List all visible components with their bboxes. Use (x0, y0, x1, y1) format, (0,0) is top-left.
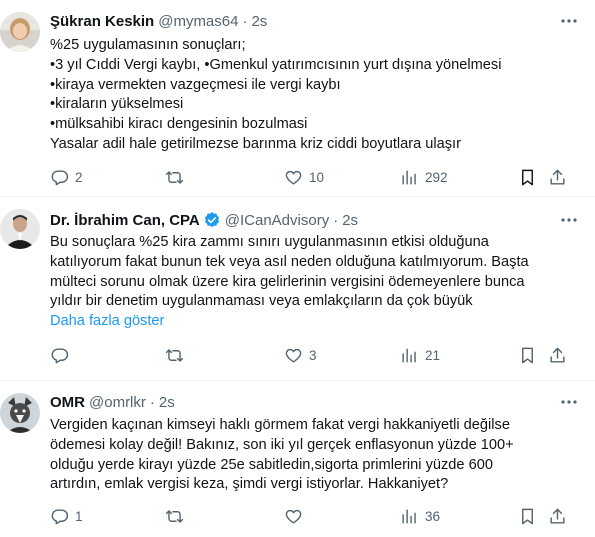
like-count: 3 (309, 347, 317, 363)
separator-dot: · (149, 393, 155, 411)
timestamp[interactable]: 2s (342, 212, 358, 229)
bookmark-icon (522, 347, 533, 363)
tweet-text-line: mülteci sorunu olmak üzere kira gelirler… (50, 273, 525, 290)
retweet-icon (165, 509, 184, 523)
reply-count: 2 (75, 169, 83, 185)
views-icon (402, 169, 416, 185)
view-count: 21 (425, 347, 441, 363)
tweet-text-line: Bu sonuçlara %25 kira zammı sınırı uygul… (50, 234, 489, 250)
share-icon (550, 508, 565, 524)
tweet[interactable]: Dr. İbrahim Can, CPA @ICanAdvisory · 2s … (0, 197, 595, 372)
reply-button[interactable] (50, 344, 75, 366)
reply-icon (51, 347, 69, 363)
tweet-header: OMR @omrlkr · 2s (50, 391, 579, 413)
bookmark-button[interactable] (518, 344, 537, 366)
share-button[interactable] (548, 166, 567, 188)
tweet-header: Şükran Keskin @mymas64 · 2s (50, 10, 579, 32)
share-icon (550, 347, 565, 363)
retweet-icon (165, 170, 184, 184)
tweet-text-line: olduğu yerde kirayı yüzde 25e sabitledin… (50, 456, 493, 473)
views-icon (402, 347, 416, 363)
like-button[interactable] (284, 505, 309, 527)
tweet-text-line: •kiraya vermekten vazgeçmesi ile vergi k… (50, 76, 341, 93)
tweet-text-line: %25 uygulamasının sonuçları; (50, 37, 246, 53)
share-icon (550, 169, 565, 185)
avatar[interactable] (0, 393, 40, 433)
retweet-button[interactable] (165, 505, 190, 527)
tweet-text-line: Yasalar adil hale getirilmezse barınma k… (50, 135, 461, 152)
tweet[interactable]: Şükran Keskin @mymas64 · 2s %25 uygulama… (0, 0, 595, 195)
avatar[interactable] (0, 12, 40, 52)
share-button[interactable] (548, 344, 567, 366)
retweet-icon (165, 348, 184, 362)
like-count: 10 (309, 169, 325, 185)
reply-icon (51, 169, 69, 185)
tweet-text-line: artırdın, emlak vergisi keza, şimdi verg… (50, 476, 449, 493)
tweet-actions: 3 21 (50, 344, 580, 366)
timestamp[interactable]: 2s (251, 13, 267, 30)
tweet-text: Bu sonuçlara %25 kira zammı sınırı uygul… (50, 233, 579, 332)
tweet-text: Vergiden kaçınan kimseyi haklı görmem fa… (50, 416, 579, 495)
timestamp[interactable]: 2s (159, 394, 175, 411)
like-button[interactable]: 10 (284, 166, 324, 188)
author-handle[interactable]: @ICanAdvisory (225, 212, 329, 229)
separator-dot: · (333, 211, 339, 229)
reply-icon (51, 508, 69, 524)
show-more-link[interactable]: Daha fazla göster (50, 312, 579, 332)
avatar[interactable] (0, 209, 40, 249)
bookmark-icon (522, 169, 533, 185)
tweet-actions: 2 10 292 (50, 166, 580, 188)
retweet-button[interactable] (165, 166, 190, 188)
view-count: 292 (425, 169, 448, 185)
author-handle[interactable]: @omrlkr (89, 394, 146, 411)
tweet-text-line: Vergiden kaçınan kimseyi haklı görmem fa… (50, 417, 510, 433)
views-icon (402, 508, 416, 524)
tweet-text: %25 uygulamasının sonuçları; •3 yıl Cıdd… (50, 36, 579, 155)
like-button[interactable]: 3 (284, 344, 317, 366)
heart-icon (285, 348, 302, 363)
tweet-header: Dr. İbrahim Can, CPA @ICanAdvisory · 2s (50, 209, 579, 231)
more-icon[interactable] (559, 392, 579, 412)
reply-count: 1 (75, 508, 83, 524)
separator-dot: · (242, 12, 248, 30)
tweet-text-line: •3 yıl Cıddi Vergi kaybı, •Gmenkul yatır… (50, 56, 502, 73)
bookmark-icon (522, 508, 533, 524)
tweet-text-line: •mülksahibi kiracı dengesinin bozulmasi (50, 116, 308, 133)
verified-badge-icon (203, 211, 221, 229)
reply-button[interactable]: 2 (50, 166, 83, 188)
view-count: 36 (425, 508, 441, 524)
heart-icon (285, 170, 302, 185)
author-name[interactable]: Şükran Keskin (50, 13, 154, 30)
tweet-text-line: •kiraların yükselmesi (50, 96, 184, 113)
heart-icon (285, 509, 302, 524)
views-button[interactable]: 292 (400, 166, 448, 188)
retweet-button[interactable] (165, 344, 190, 366)
more-icon[interactable] (559, 11, 579, 31)
author-name[interactable]: OMR (50, 394, 85, 411)
views-button[interactable]: 21 (400, 344, 440, 366)
tweet-text-line: ödemesi kolay değil! Bakınız, son iki yı… (50, 436, 514, 453)
reply-button[interactable]: 1 (50, 505, 83, 527)
views-button[interactable]: 36 (400, 505, 440, 527)
tweet-actions: 1 36 (50, 505, 580, 527)
tweet-feed: Şükran Keskin @mymas64 · 2s %25 uygulama… (0, 0, 595, 537)
share-button[interactable] (548, 505, 567, 527)
tweet-text-line: yıldır bir denetim uygulanmaması veya em… (50, 293, 473, 310)
tweet-text-line: katılıyorum fakat bunun tek veya asıl ne… (50, 253, 529, 270)
tweet[interactable]: OMR @omrlkr · 2s Vergiden kaçınan kimsey… (0, 381, 595, 537)
more-icon[interactable] (559, 210, 579, 230)
bookmark-button[interactable] (518, 505, 537, 527)
bookmark-button[interactable] (518, 166, 537, 188)
author-name[interactable]: Dr. İbrahim Can, CPA (50, 212, 200, 229)
author-handle[interactable]: @mymas64 (158, 13, 238, 30)
